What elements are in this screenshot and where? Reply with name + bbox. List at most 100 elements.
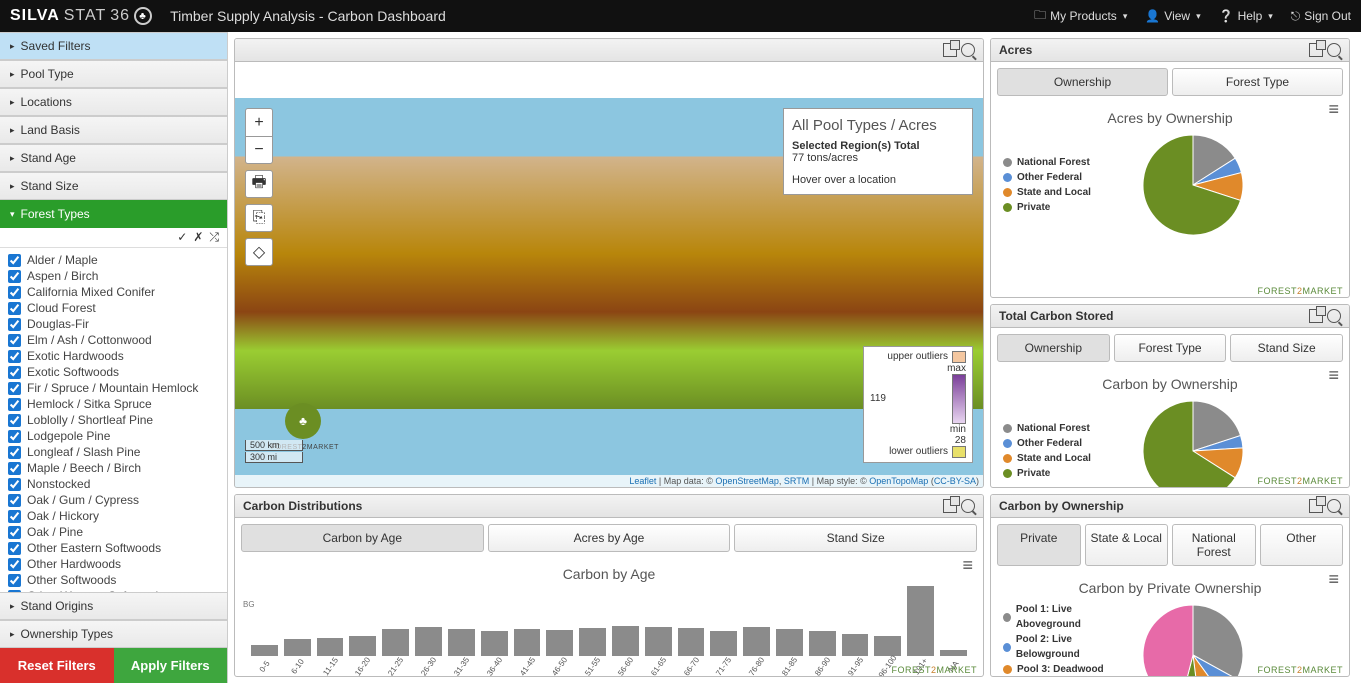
forest-type-item[interactable]: Alder / Maple <box>8 252 219 268</box>
tab-stand-size[interactable]: Stand Size <box>734 524 977 552</box>
filter-ownership-types[interactable]: Ownership Types <box>0 620 227 648</box>
filter-stand-origins[interactable]: Stand Origins <box>0 592 227 620</box>
forest-type-item[interactable]: Exotic Hardwoods <box>8 348 219 364</box>
popout-icon[interactable] <box>1309 499 1323 513</box>
map-canvas[interactable]: + − 🖶 ⎘ ◇ All Pool Types / Acres Selecte… <box>235 98 983 487</box>
filter-stand-age[interactable]: Stand Age <box>0 144 227 172</box>
forest-type-item[interactable]: Exotic Softwoods <box>8 364 219 380</box>
forest-type-checkbox[interactable] <box>8 318 21 331</box>
filter-saved-filters[interactable]: Saved Filters <box>0 32 227 60</box>
forest-type-checkbox[interactable] <box>8 430 21 443</box>
popout-icon[interactable] <box>1309 309 1323 323</box>
apply-filters-button[interactable]: Apply Filters <box>114 648 228 683</box>
tab-acres-by-age[interactable]: Acres by Age <box>488 524 731 552</box>
layers-button[interactable]: ◇ <box>245 238 273 266</box>
forest-type-item[interactable]: Cloud Forest <box>8 300 219 316</box>
forest-type-item[interactable]: Elm / Ash / Cottonwood <box>8 332 219 348</box>
sign-out-button[interactable]: ⎋Sign Out <box>1291 6 1351 27</box>
uncheck-all-icon[interactable]: ✗ <box>193 230 203 245</box>
forest-type-checkbox[interactable] <box>8 542 21 555</box>
forest-type-checkbox[interactable] <box>8 462 21 475</box>
forest-type-checkbox[interactable] <box>8 558 21 571</box>
carbon-distributions-panel: Carbon Distributions Carbon by AgeAcres … <box>234 494 984 678</box>
print-button[interactable]: 🖶 <box>245 170 273 198</box>
map-scale: 500 km300 mi <box>245 439 303 463</box>
forest-type-item[interactable]: Oak / Pine <box>8 524 219 540</box>
tab-carbon-by-age[interactable]: Carbon by Age <box>241 524 484 552</box>
forest-type-checkbox[interactable] <box>8 494 21 507</box>
chart-menu-icon[interactable]: ≡ <box>1328 104 1339 114</box>
forest-type-item[interactable]: Other Softwoods <box>8 572 219 588</box>
filter-locations[interactable]: Locations <box>0 88 227 116</box>
reset-filters-button[interactable]: Reset Filters <box>0 648 114 683</box>
forest-type-checkbox[interactable] <box>8 398 21 411</box>
forest-type-item[interactable]: Other Hardwoods <box>8 556 219 572</box>
forest-type-checkbox[interactable] <box>8 270 21 283</box>
forest-type-item[interactable]: Longleaf / Slash Pine <box>8 444 219 460</box>
expand-icon[interactable] <box>1327 43 1341 57</box>
bar <box>481 631 508 655</box>
filter-pool-type[interactable]: Pool Type <box>0 60 227 88</box>
forest-type-item[interactable]: California Mixed Conifer <box>8 284 219 300</box>
view-menu[interactable]: 👤View <box>1145 6 1200 27</box>
popout-icon[interactable] <box>943 43 957 57</box>
forest-type-checkbox[interactable] <box>8 334 21 347</box>
forest-types-list[interactable]: Alder / MapleAspen / BirchCalifornia Mix… <box>0 248 227 592</box>
forest-type-checkbox[interactable] <box>8 446 21 459</box>
filter-stand-size[interactable]: Stand Size <box>0 172 227 200</box>
bar <box>678 628 705 655</box>
forest-type-item[interactable]: Lodgepole Pine <box>8 428 219 444</box>
expand-icon[interactable] <box>961 499 975 513</box>
help-menu[interactable]: ❔Help <box>1219 6 1273 27</box>
forest-type-checkbox[interactable] <box>8 382 21 395</box>
expand-icon[interactable] <box>1327 499 1341 513</box>
chart-menu-icon[interactable]: ≡ <box>1328 574 1339 584</box>
expand-icon[interactable] <box>1327 309 1341 323</box>
tab-private[interactable]: Private <box>997 524 1081 566</box>
forest-type-item[interactable]: Oak / Gum / Cypress <box>8 492 219 508</box>
tab-ownership[interactable]: Ownership <box>997 334 1110 362</box>
help-icon: ❔ <box>1219 9 1234 23</box>
tab-national-forest[interactable]: National Forest <box>1172 524 1256 566</box>
forest-type-item[interactable]: Hemlock / Sitka Spruce <box>8 396 219 412</box>
forest-type-item[interactable]: Other Eastern Softwoods <box>8 540 219 556</box>
bar <box>809 631 836 655</box>
tab-forest-type[interactable]: Forest Type <box>1172 68 1343 96</box>
expand-icon[interactable] <box>961 43 975 57</box>
popout-icon[interactable] <box>1309 43 1323 57</box>
my-products-menu[interactable]: 🗀My Products <box>1034 6 1127 27</box>
filter-forest-types[interactable]: Forest Types <box>0 200 227 228</box>
filter-land-basis[interactable]: Land Basis <box>0 116 227 144</box>
forest-type-item[interactable]: Maple / Beech / Birch <box>8 460 219 476</box>
forest-type-item[interactable]: Oak / Hickory <box>8 508 219 524</box>
export-button[interactable]: ⎘ <box>245 204 273 232</box>
shuffle-icon[interactable]: ⤮ <box>209 230 219 245</box>
forest-type-checkbox[interactable] <box>8 350 21 363</box>
tab-state-local[interactable]: State & Local <box>1085 524 1169 566</box>
chart-menu-icon[interactable]: ≡ <box>1328 370 1339 380</box>
forest-type-item[interactable]: Fir / Spruce / Mountain Hemlock <box>8 380 219 396</box>
tab-stand-size[interactable]: Stand Size <box>1230 334 1343 362</box>
forest-type-checkbox[interactable] <box>8 526 21 539</box>
forest-type-checkbox[interactable] <box>8 510 21 523</box>
chart-menu-icon[interactable]: ≡ <box>962 560 973 570</box>
forest-type-item[interactable]: Nonstocked <box>8 476 219 492</box>
forest-type-checkbox[interactable] <box>8 574 21 587</box>
forest-type-item[interactable]: Loblolly / Shortleaf Pine <box>8 412 219 428</box>
bar <box>317 638 344 656</box>
tab-other[interactable]: Other <box>1260 524 1344 566</box>
forest-type-checkbox[interactable] <box>8 414 21 427</box>
forest-type-item[interactable]: Aspen / Birch <box>8 268 219 284</box>
forest-type-checkbox[interactable] <box>8 302 21 315</box>
check-all-icon[interactable]: ✓ <box>177 230 187 245</box>
popout-icon[interactable] <box>943 499 957 513</box>
tab-ownership[interactable]: Ownership <box>997 68 1168 96</box>
forest-type-checkbox[interactable] <box>8 478 21 491</box>
zoom-in-button[interactable]: + <box>245 108 273 136</box>
zoom-out-button[interactable]: − <box>245 136 273 164</box>
forest-type-checkbox[interactable] <box>8 254 21 267</box>
forest-type-checkbox[interactable] <box>8 286 21 299</box>
tab-forest-type[interactable]: Forest Type <box>1114 334 1227 362</box>
forest-type-item[interactable]: Douglas-Fir <box>8 316 219 332</box>
forest-type-checkbox[interactable] <box>8 366 21 379</box>
